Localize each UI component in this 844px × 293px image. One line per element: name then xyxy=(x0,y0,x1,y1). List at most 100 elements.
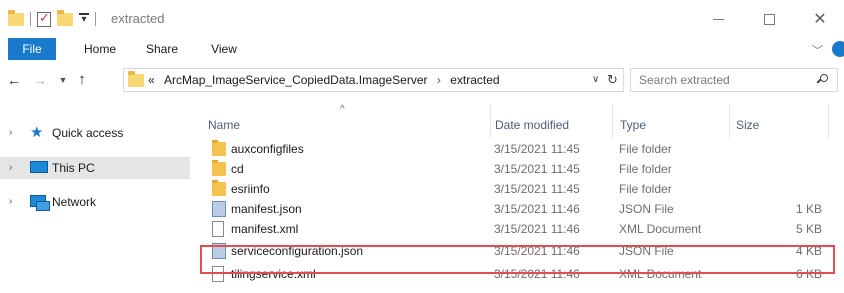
xml-file-icon xyxy=(212,221,224,237)
column-headers: Name ^ Date modified Type Size xyxy=(202,104,844,138)
file-date: 3/15/2021 11:46 xyxy=(494,267,580,281)
breadcrumb-segment[interactable]: ArcMap_ImageService_CopiedData.ImageServ… xyxy=(164,73,427,87)
breadcrumb-separator[interactable]: › xyxy=(437,73,441,87)
navigation-bar: ← → ▼ ↑ « ArcMap_ImageService_CopiedData… xyxy=(0,62,844,98)
file-type: XML Document xyxy=(619,267,702,281)
close-icon: ✕ xyxy=(813,11,827,28)
nav-item-label: Network xyxy=(52,195,97,209)
file-size: 4 KB xyxy=(795,244,822,258)
file-name: serviceconfiguration.json xyxy=(231,244,364,258)
customize-toolbar-button[interactable]: ▾ xyxy=(79,10,89,28)
file-type: JSON File xyxy=(619,202,674,216)
file-row[interactable]: esriinfo 3/15/2021 11:45 File folder xyxy=(202,179,844,199)
file-row-highlighted[interactable]: serviceconfiguration.json 3/15/2021 11:4… xyxy=(202,241,844,261)
address-bar[interactable]: « ArcMap_ImageService_CopiedData.ImageSe… xyxy=(123,68,624,92)
file-type: File folder xyxy=(619,142,672,156)
tab-home[interactable]: Home xyxy=(78,38,122,60)
folder-icon xyxy=(212,180,226,196)
column-header-date[interactable]: Date modified xyxy=(490,104,591,138)
minimize-button[interactable] xyxy=(698,6,738,32)
breadcrumb-segment[interactable]: extracted xyxy=(450,73,499,87)
file-date: 3/15/2021 11:46 xyxy=(494,244,580,258)
chevron-right-icon[interactable]: › xyxy=(9,157,12,179)
file-name: esriinfo xyxy=(231,182,270,196)
folder-icon xyxy=(212,160,226,176)
nav-item-quick-access[interactable]: › ★ Quick access xyxy=(0,122,195,144)
computer-icon xyxy=(30,161,48,173)
refresh-icon: ↻ xyxy=(607,72,618,87)
file-date: 3/15/2021 11:45 xyxy=(494,182,580,196)
tab-file[interactable]: File xyxy=(8,38,56,60)
toolbar-separator xyxy=(30,12,31,26)
chevron-down-icon: ﹀ xyxy=(812,45,823,57)
column-header-name[interactable]: Name ^ xyxy=(202,104,489,138)
tab-view[interactable]: View xyxy=(204,38,244,60)
nav-item-label: This PC xyxy=(52,161,95,175)
xml-file-icon xyxy=(212,266,224,282)
folder-icon xyxy=(8,9,24,28)
file-row[interactable]: manifest.json 3/15/2021 11:46 JSON File … xyxy=(202,199,844,219)
nav-item-this-pc[interactable]: › This PC xyxy=(0,157,190,179)
maximize-button[interactable] xyxy=(749,6,789,32)
column-header-label: Name xyxy=(208,118,241,132)
close-button[interactable]: ✕ xyxy=(800,6,840,32)
json-file-icon xyxy=(212,201,226,217)
back-button[interactable]: ← xyxy=(6,71,22,89)
new-folder-button[interactable] xyxy=(57,9,73,28)
chevron-right-icon[interactable]: › xyxy=(9,191,12,213)
folder-icon xyxy=(128,71,144,87)
tab-share[interactable]: Share xyxy=(139,38,185,60)
help-icon[interactable] xyxy=(832,41,844,57)
address-dropdown-button[interactable]: ∨ xyxy=(592,69,599,91)
breadcrumb: « ArcMap_ImageService_CopiedData.ImageSe… xyxy=(148,69,500,91)
file-date: 3/15/2021 11:46 xyxy=(494,222,580,236)
file-size: 6 KB xyxy=(795,267,822,281)
star-icon: ★ xyxy=(30,124,44,141)
file-row[interactable]: manifest.xml 3/15/2021 11:46 XML Documen… xyxy=(202,219,844,239)
chevron-down-icon: ∨ xyxy=(592,74,600,85)
up-button[interactable]: ↑ xyxy=(74,71,90,89)
network-icon xyxy=(30,195,50,211)
search-box[interactable]: Search extracted xyxy=(630,68,838,92)
folder-icon xyxy=(212,140,226,156)
window-title: extracted xyxy=(111,11,165,26)
forward-button[interactable]: → xyxy=(32,71,48,89)
file-type: XML Document xyxy=(619,222,702,236)
file-row[interactable]: auxconfigfiles 3/15/2021 11:45 File fold… xyxy=(202,139,844,159)
file-size: 5 KB xyxy=(795,222,822,236)
refresh-button[interactable]: ↻ xyxy=(607,69,618,91)
toolbar-separator xyxy=(95,12,96,26)
search-input[interactable]: Search extracted xyxy=(639,69,730,91)
file-type: File folder xyxy=(619,182,672,196)
nav-item-network[interactable]: › Network xyxy=(0,191,195,213)
sort-ascending-icon: ^ xyxy=(340,104,345,115)
navigation-pane: › ★ Quick access › This PC › Network xyxy=(0,98,195,293)
breadcrumb-overflow[interactable]: « xyxy=(148,73,155,87)
nav-item-label: Quick access xyxy=(52,126,124,140)
file-list: Name ^ Date modified Type Size auxconfig… xyxy=(202,98,844,293)
file-row[interactable]: tilingservice.xml 3/15/2021 11:46 XML Do… xyxy=(202,264,844,284)
file-type: File folder xyxy=(619,162,672,176)
column-header-label: Type xyxy=(620,118,647,132)
chevron-right-icon[interactable]: › xyxy=(9,122,12,144)
expand-ribbon-button[interactable]: ﹀ xyxy=(812,42,823,58)
column-header-type[interactable]: Type xyxy=(612,104,729,138)
chevron-down-icon: ▼ xyxy=(58,75,68,85)
file-name: manifest.json xyxy=(231,202,302,216)
file-row[interactable]: cd 3/15/2021 11:45 File folder xyxy=(202,159,844,179)
search-icon xyxy=(816,74,829,86)
minimize-icon xyxy=(712,18,724,20)
file-type: JSON File xyxy=(619,244,674,258)
dropdown-arrow-icon: ▾ xyxy=(79,13,89,25)
file-name: tilingservice.xml xyxy=(231,267,316,281)
column-header-size[interactable]: Size xyxy=(729,104,829,138)
recent-locations-button[interactable]: ▼ xyxy=(55,71,71,89)
quick-access-toolbar: ▾ xyxy=(8,9,102,28)
file-size: 1 KB xyxy=(795,202,822,216)
properties-button[interactable] xyxy=(37,10,51,28)
new-folder-icon xyxy=(57,9,73,26)
arrow-right-icon: → xyxy=(33,72,47,88)
maximize-icon xyxy=(763,13,775,25)
file-date: 3/15/2021 11:46 xyxy=(494,202,580,216)
file-date: 3/15/2021 11:45 xyxy=(494,162,580,176)
